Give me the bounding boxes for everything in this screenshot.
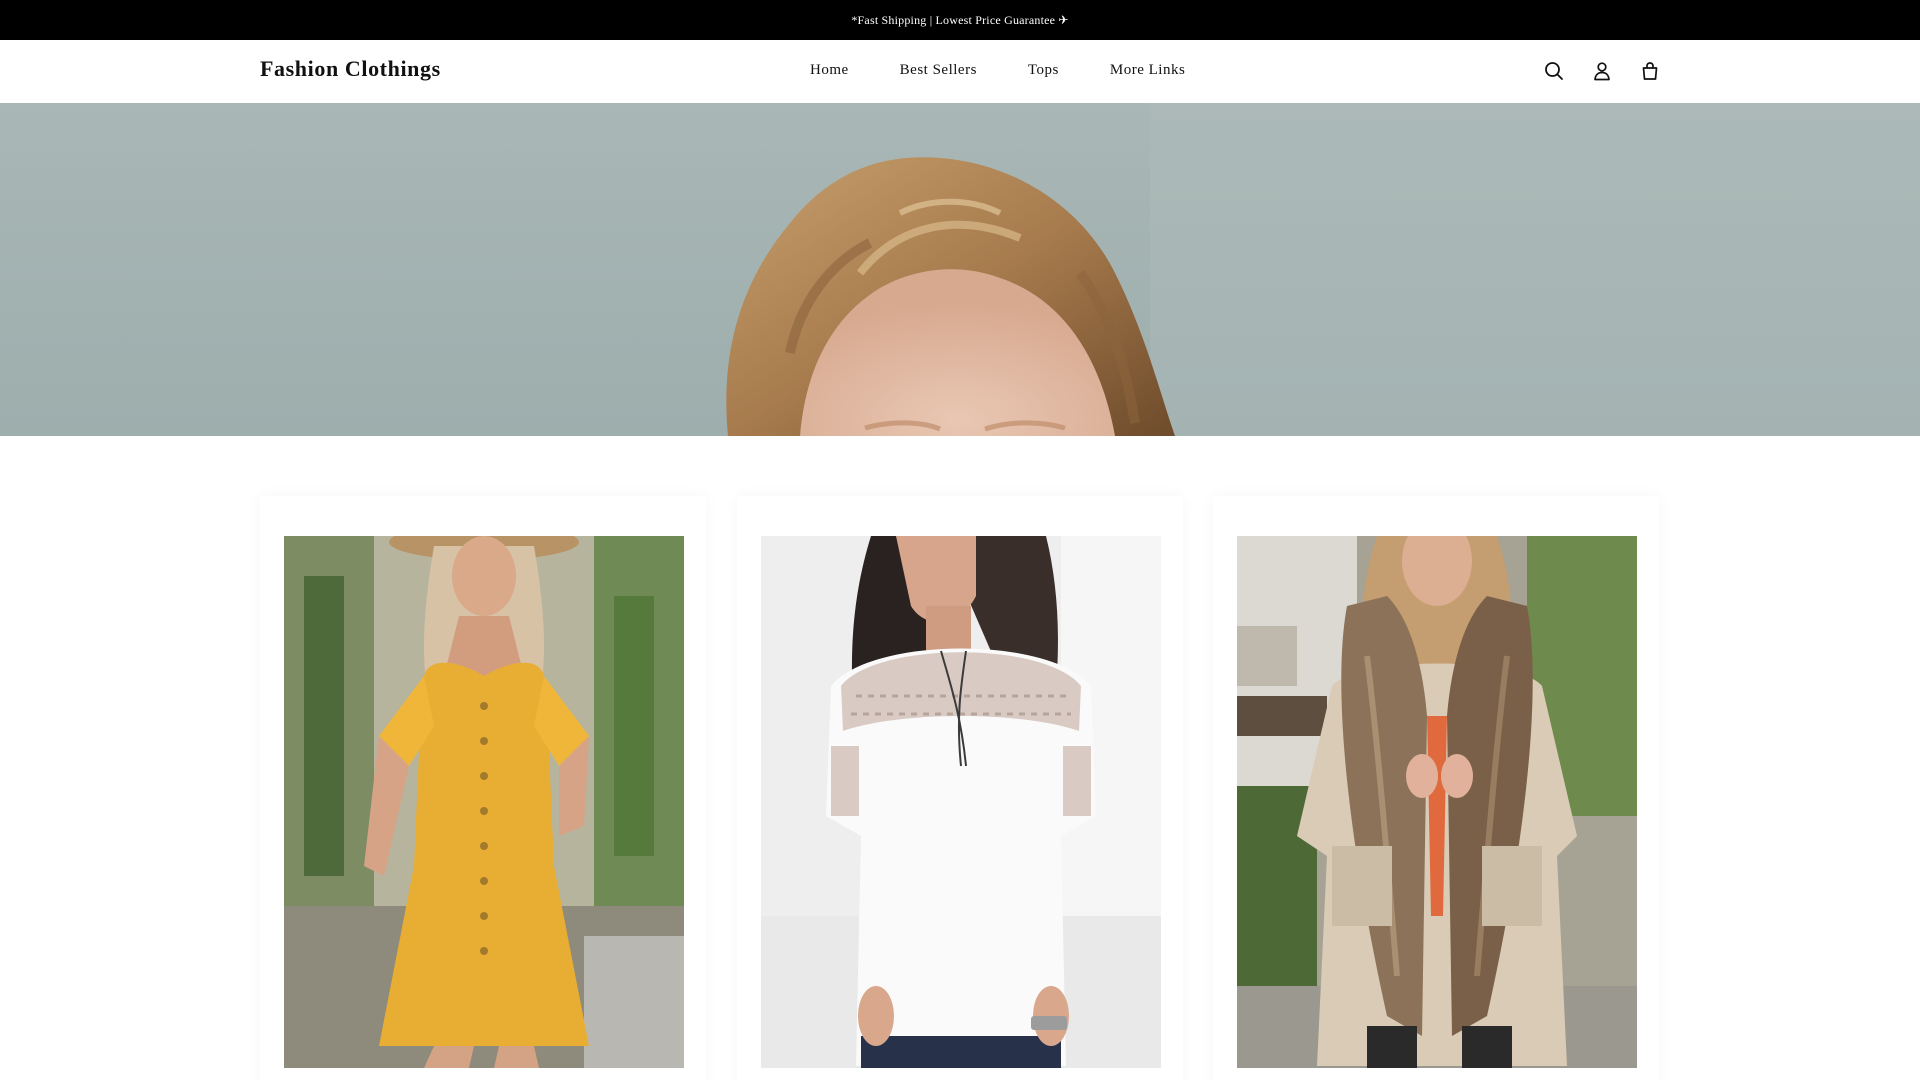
site-logo[interactable]: Fashion Clothings (260, 56, 441, 82)
product-card[interactable] (260, 496, 706, 1080)
search-icon[interactable] (1542, 59, 1566, 83)
site-header: Fashion Clothings Home Best Sellers Tops… (0, 40, 1920, 103)
nav-tops[interactable]: Tops (1028, 62, 1059, 79)
product-grid (260, 496, 1660, 1080)
hero-banner (0, 103, 1920, 436)
product-image-fur-parka[interactable] (1237, 536, 1637, 1068)
announcement-text: *Fast Shipping | Lowest Price Guarantee … (851, 12, 1069, 27)
nav-more-links[interactable]: More Links (1110, 62, 1185, 79)
header-icons (1542, 59, 1662, 83)
product-image-white-blouse[interactable] (761, 536, 1161, 1068)
product-card[interactable] (737, 496, 1183, 1080)
cart-icon[interactable] (1638, 59, 1662, 83)
product-image-yellow-dress[interactable] (284, 536, 684, 1068)
nav-best-sellers[interactable]: Best Sellers (900, 62, 977, 79)
main-nav: Home Best Sellers Tops More Links (810, 62, 1185, 79)
announcement-bar: *Fast Shipping | Lowest Price Guarantee … (0, 0, 1920, 40)
account-icon[interactable] (1590, 59, 1614, 83)
nav-home[interactable]: Home (810, 62, 849, 79)
hero-image (0, 103, 1920, 436)
product-card[interactable] (1213, 496, 1659, 1080)
